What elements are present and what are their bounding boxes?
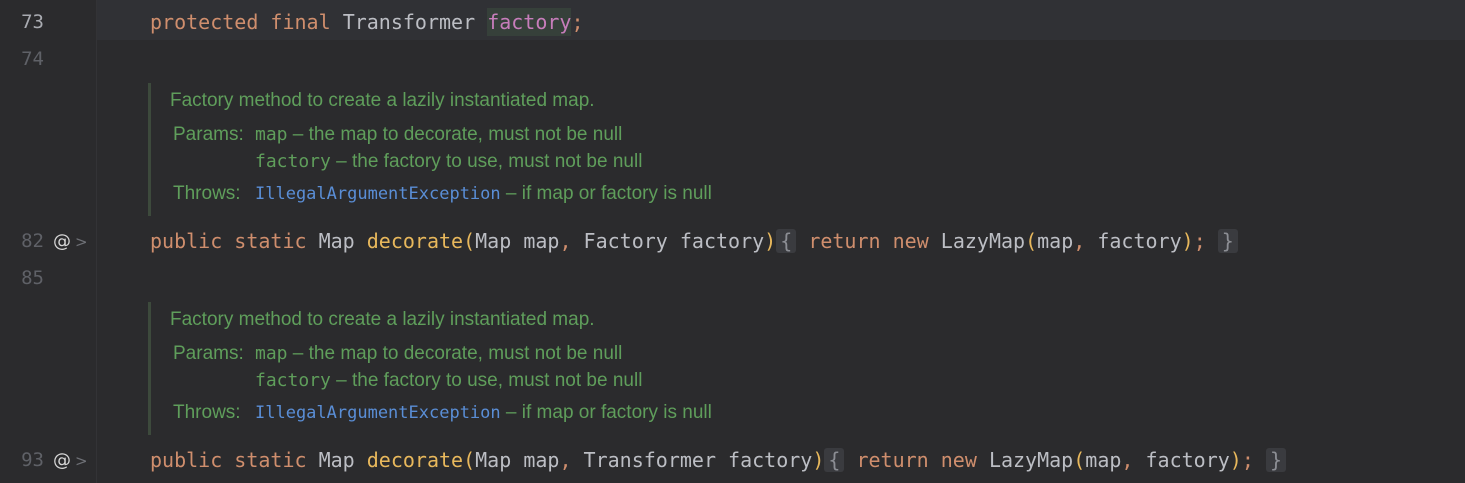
line-number-73[interactable]: 73 [0,2,44,42]
return-type: Map [318,229,355,253]
paren: ( [463,229,476,253]
doc-param-name: map [255,124,288,145]
doc-param-desc: – the map to decorate, must not be null [287,343,623,364]
fold-brace-open[interactable]: { [824,448,845,472]
keyword: static [234,229,307,253]
keyword: new [892,229,929,253]
semicolon: ; [571,10,584,34]
keyword: final [270,10,331,34]
doc-throws-desc: – if map or factory is null [500,402,712,423]
javadoc-block: Factory method to create a lazily instan… [148,302,1465,435]
fold-brace-close[interactable]: } [1217,229,1238,253]
param-name: factory [728,448,813,472]
doc-params-row: Params: map – the map to decorate, must … [170,340,1465,367]
doc-param-name: map [255,343,288,364]
comma: , [1073,229,1086,253]
param-type: Factory [583,229,668,253]
doc-params-row: Params: map – the map to decorate, must … [170,121,1465,148]
line-number-82[interactable]: 82 [0,221,44,261]
paren: ( [1025,229,1038,253]
return-type: Map [318,448,355,472]
method-name[interactable]: decorate [367,448,463,472]
paren: ) [764,229,777,253]
doc-params-label: Params: [173,124,244,145]
param-name: map [523,448,560,472]
paren: ) [812,448,825,472]
comma: , [1121,448,1134,472]
argument: factory [1145,448,1230,472]
argument: factory [1097,229,1182,253]
doc-params-label: Params: [173,343,244,364]
param-name: map [523,229,560,253]
gutter-icons-82: @ > [53,221,88,261]
doc-throws-label: Throws: [173,402,241,423]
type-name: LazyMap [988,448,1074,472]
doc-param-desc: – the map to decorate, must not be null [287,124,623,145]
doc-throws-label: Throws: [173,183,241,204]
paren: ) [1229,448,1242,472]
doc-throws-row: Throws: IllegalArgumentException – if ma… [170,180,1465,208]
param-type: Map [475,448,512,472]
doc-params-row: factory – the factory to use, must not b… [170,367,1465,394]
doc-param-desc: – the factory to use, must not be null [330,370,643,391]
doc-param-name: factory [255,370,331,391]
param-name: factory [679,229,765,253]
gutter-icons-93: @ > [53,440,88,480]
doc-throws-desc: – if map or factory is null [500,183,712,204]
keyword: return [808,229,881,253]
field-name[interactable]: factory [487,8,572,36]
paren: ( [1073,448,1086,472]
doc-exception-link[interactable]: IllegalArgumentException [255,184,501,204]
doc-exception-link[interactable]: IllegalArgumentException [255,403,501,423]
line-number-93[interactable]: 93 [0,440,44,480]
keyword: protected [150,10,259,34]
doc-param-name: factory [255,151,331,172]
keyword: new [940,448,977,472]
param-type: Map [475,229,512,253]
param-type: Transformer [583,448,716,472]
javadoc-block: Factory method to create a lazily instan… [148,83,1465,216]
paren: ( [463,448,476,472]
argument: map [1085,448,1122,472]
code-line-82[interactable]: public static Map decorate(Map map, Fact… [150,221,1238,261]
comma: , [559,229,572,253]
keyword: static [234,448,307,472]
doc-description: Factory method to create a lazily instan… [170,309,595,330]
doc-param-desc: – the factory to use, must not be null [330,151,643,172]
paren: ) [1181,229,1194,253]
annotation-at-icon[interactable]: @ [53,450,71,471]
code-line-93[interactable]: public static Map decorate(Map map, Tran… [150,440,1286,480]
comma: , [559,448,572,472]
doc-description: Factory method to create a lazily instan… [170,90,595,111]
semicolon: ; [1193,229,1206,253]
type-name: Transformer [342,10,476,34]
fold-brace-open[interactable]: { [776,229,797,253]
code-line-73[interactable]: protected final Transformer factory; [150,2,584,42]
doc-params-row: factory – the factory to use, must not b… [170,148,1465,175]
line-number-85[interactable]: 85 [0,258,44,298]
fold-brace-close[interactable]: } [1265,448,1286,472]
annotation-at-icon[interactable]: @ [53,231,71,252]
chevron-right-icon[interactable]: > [75,233,88,251]
method-name[interactable]: decorate [367,229,463,253]
type-name: LazyMap [940,229,1026,253]
doc-throws-row: Throws: IllegalArgumentException – if ma… [170,399,1465,427]
line-number-74[interactable]: 74 [0,39,44,79]
argument: map [1037,229,1074,253]
keyword: public [150,448,223,472]
keyword: return [856,448,929,472]
chevron-right-icon[interactable]: > [75,452,88,470]
semicolon: ; [1241,448,1254,472]
keyword: public [150,229,223,253]
code-editor[interactable]: 73 protected final Transformer factory; … [0,0,1465,483]
